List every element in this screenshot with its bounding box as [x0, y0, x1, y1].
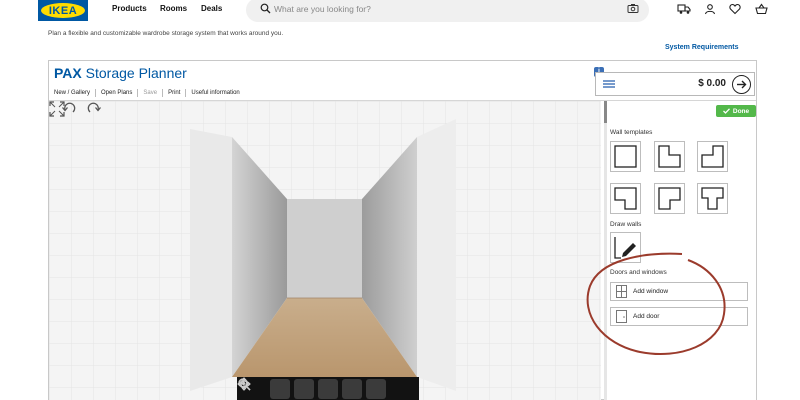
pan-button[interactable]: [237, 377, 362, 399]
checkmark-icon: [722, 108, 730, 114]
nav-link-deals[interactable]: Deals: [201, 4, 222, 13]
add-window-button[interactable]: Add window: [610, 282, 748, 301]
proceed-arrow-button[interactable]: [732, 75, 751, 94]
planner-toolbar: New / Gallery Open Plans Save Print Usef…: [54, 89, 245, 97]
fullscreen-icon[interactable]: [49, 101, 65, 117]
l-shape-reversed-room-icon: [701, 145, 724, 168]
planner-title: PAX Storage Planner: [54, 65, 187, 81]
draw-walls-label: Draw walls: [610, 221, 642, 228]
toolbar-print[interactable]: Print: [163, 89, 187, 97]
room-3d-view: [49, 101, 601, 400]
search-bar[interactable]: What are you looking for?: [246, 0, 649, 22]
notch-left-room-icon: [614, 187, 637, 210]
zoom-in-button[interactable]: [238, 378, 338, 399]
side-panel-scrollbar[interactable]: [604, 101, 607, 400]
top-navigation: IKEA Products Rooms Deals What are you l…: [0, 0, 800, 24]
heart-icon[interactable]: [729, 3, 741, 15]
pax-storage-planner: PAX Storage Planner New / Gallery Open P…: [48, 60, 757, 400]
view-controls: [237, 377, 419, 400]
nav-link-products[interactable]: Products: [112, 4, 147, 13]
list-icon[interactable]: [598, 75, 620, 93]
pencil-icon: [614, 237, 636, 259]
wall-templates-label: Wall templates: [610, 129, 653, 136]
truck-icon[interactable]: [677, 3, 691, 15]
zoom-out-button[interactable]: [238, 378, 314, 399]
add-door-label: Add door: [633, 313, 660, 320]
window-icon: [616, 285, 627, 298]
wall-template-t-shape[interactable]: [697, 183, 728, 214]
toolbar-save[interactable]: Save: [138, 89, 164, 97]
done-label: Done: [732, 107, 750, 115]
side-panel: Done Wall templates Draw walls Doors and…: [604, 101, 756, 400]
center-icon: [237, 377, 251, 391]
total-price: $ 0.00: [698, 78, 726, 89]
draw-walls-button[interactable]: [610, 232, 641, 263]
notch-right-room-icon: [658, 187, 681, 210]
wall-template-l-shape-reversed[interactable]: [697, 141, 728, 172]
square-room-icon: [614, 145, 637, 168]
right-wall-face: [417, 119, 456, 391]
door-icon: [616, 310, 627, 323]
l-shape-room-icon: [658, 145, 681, 168]
scrollbar-thumb[interactable]: [604, 101, 607, 123]
price-box: $ 0.00: [595, 72, 755, 96]
toolbar-useful-information[interactable]: Useful information: [186, 89, 244, 97]
toolbar-open-plans[interactable]: Open Plans: [96, 89, 139, 97]
user-icon[interactable]: [704, 3, 716, 15]
nav-link-rooms[interactable]: Rooms: [160, 4, 187, 13]
t-shape-room-icon: [701, 187, 724, 210]
wall-template-l-shape[interactable]: [654, 141, 685, 172]
cart-icon[interactable]: [755, 3, 768, 15]
camera-icon[interactable]: [627, 3, 639, 14]
back-wall: [287, 199, 362, 298]
redo-icon[interactable]: [86, 101, 102, 115]
arrow-right-icon: [737, 80, 747, 89]
rotate-button[interactable]: [238, 378, 290, 399]
add-window-label: Add window: [633, 288, 669, 295]
toolbar-new-gallery[interactable]: New / Gallery: [54, 89, 97, 97]
left-wall-face: [190, 129, 232, 391]
wall-template-notch-left[interactable]: [610, 183, 641, 214]
logo-text: IKEA: [48, 4, 78, 17]
system-requirements-link[interactable]: System Requirements: [665, 44, 739, 51]
center-button[interactable]: [237, 377, 386, 399]
doors-windows-label: Doors and windows: [610, 269, 667, 276]
add-door-button[interactable]: Add door: [610, 307, 748, 326]
intro-text: Plan a flexible and customizable wardrob…: [48, 30, 284, 37]
done-button[interactable]: Done: [716, 105, 756, 117]
wall-template-notch-right[interactable]: [654, 183, 685, 214]
search-icon: [260, 3, 271, 14]
search-placeholder: What are you looking for?: [274, 4, 371, 14]
wall-template-square[interactable]: [610, 141, 641, 172]
ikea-logo[interactable]: IKEA: [38, 0, 88, 21]
3d-viewport[interactable]: [49, 101, 601, 400]
